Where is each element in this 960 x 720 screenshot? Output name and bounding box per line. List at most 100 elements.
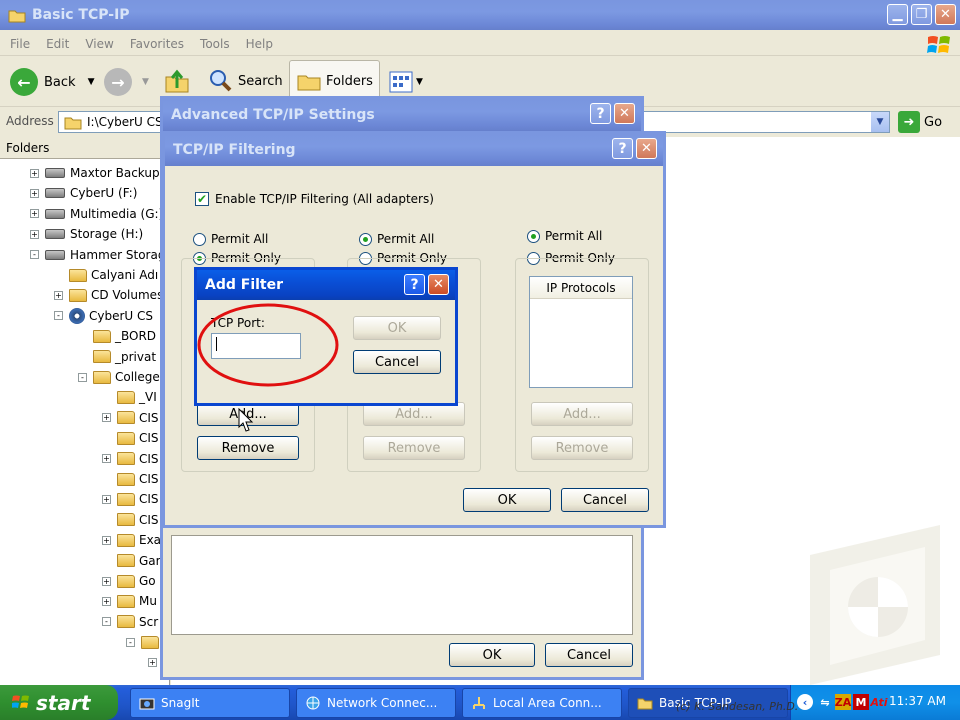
tree-item[interactable]: Gar [102,551,161,571]
tree-item[interactable]: + Storage (H:) [30,224,143,244]
close-button[interactable]: ✕ [614,103,635,124]
mcafee-icon[interactable]: M [853,694,869,710]
tree-item[interactable]: + CyberU (F:) [30,183,137,203]
up-folder-button[interactable] [164,68,190,94]
folder-icon [117,411,135,425]
ip-protocols-list[interactable]: IP Protocols [529,276,633,388]
collapse-icon[interactable]: - [30,250,39,260]
zonealarm-icon[interactable]: ZA [835,694,851,710]
tray-network-icon[interactable]: ⇋ [817,694,833,710]
help-button[interactable]: ? [590,103,611,124]
tree-item[interactable]: + Maxtor Backup [30,163,160,183]
maximize-button[interactable]: ❐ [911,4,932,25]
collapse-icon[interactable]: - [78,372,87,382]
close-button[interactable]: ✕ [935,4,956,25]
network-icon [306,696,320,710]
expand-icon[interactable]: + [30,229,39,239]
expand-icon[interactable]: + [30,209,39,219]
add-filter-ok-button[interactable]: OK [353,316,441,340]
advanced-dialog-title-bar[interactable]: Advanced TCP/IP Settings ? ✕ [163,99,641,131]
tree-item[interactable]: CIS [102,469,159,489]
folder-icon [117,452,135,466]
enable-filtering-checkbox[interactable]: ✔ Enable TCP/IP Filtering (All adapters) [195,192,434,206]
forward-button[interactable]: → ▼ [104,68,149,96]
address-dropdown-button[interactable]: ▼ [871,112,889,132]
tree-item[interactable]: + CIS [102,408,159,428]
tree-item[interactable]: - CyberU CS [54,306,153,326]
expand-icon[interactable]: + [102,494,111,504]
col3-remove-button[interactable]: Remove [531,436,633,460]
close-button[interactable]: ✕ [636,138,657,159]
tray-chevron-icon[interactable]: ‹ [797,694,813,710]
advanced-ok-button[interactable]: OK [449,643,535,667]
col1-permit-all-radio[interactable]: Permit All [193,232,268,246]
tree-item[interactable]: + Go [102,571,156,591]
start-button[interactable]: start [0,685,118,720]
expand-icon[interactable]: + [30,168,39,178]
expand-icon[interactable]: + [102,576,111,586]
col3-permit-all-radio[interactable]: Permit All [527,229,602,243]
folder-icon [117,574,135,588]
tree-item[interactable]: CIS [102,510,159,530]
back-button[interactable]: ← Back ▼ [10,68,94,96]
folders-pane[interactable]: Folders + Maxtor Backup + CyberU (F:) + Multi… [0,137,170,685]
tree-item[interactable]: _VI [102,387,157,407]
tree-item[interactable]: Calyani Adı [54,265,158,285]
drive-icon [45,168,65,178]
folder-icon [141,635,159,649]
tree-item[interactable]: - [126,632,163,652]
add-filter-title-bar[interactable]: Add Filter ? ✕ [197,270,455,300]
menu-file[interactable]: File [10,37,30,51]
expand-icon[interactable]: + [102,535,111,545]
collapse-icon[interactable]: - [54,311,63,321]
minimize-button[interactable]: ▁ [887,4,908,25]
filtering-ok-button[interactable]: OK [463,488,551,512]
views-button[interactable]: ▼ [388,70,423,94]
tree-item[interactable]: _BORD [78,326,156,346]
menu-help[interactable]: Help [246,37,273,51]
tree-item[interactable]: + Mu [102,591,157,611]
tree-item[interactable]: - Hammer Storag [30,245,165,265]
tree-item[interactable]: _privat [78,347,156,367]
expand-icon[interactable]: + [148,658,157,668]
add-filter-cancel-button[interactable]: Cancel [353,350,441,374]
tree-item[interactable]: + CIS [102,489,159,509]
tree-item[interactable]: CIS [102,428,159,448]
go-button[interactable]: ➜ Go [898,111,942,133]
menu-tools[interactable]: Tools [200,37,230,51]
collapse-icon[interactable]: - [126,637,135,647]
tree-item[interactable]: + Multimedia (G:) [30,204,163,224]
folders-header: Folders [0,137,169,159]
tree-item[interactable]: + Exa [102,530,161,550]
help-button[interactable]: ? [404,274,425,295]
menu-view[interactable]: View [85,37,113,51]
expand-icon[interactable]: + [30,188,39,198]
menu-edit[interactable]: Edit [46,37,69,51]
col2-permit-all-radio[interactable]: Permit All [359,232,434,246]
col1-remove-button[interactable]: Remove [197,436,299,460]
col3-add-button[interactable]: Add... [531,402,633,426]
filtering-dialog-title-bar[interactable]: TCP/IP Filtering ? ✕ [165,134,663,166]
task-local-area-connection[interactable]: Local Area Conn... [462,688,622,718]
advanced-cancel-button[interactable]: Cancel [545,643,633,667]
tree-item[interactable]: - Scr [102,612,158,632]
explorer-title-bar[interactable]: Basic TCP-IP ▁ ❐ ✕ [0,0,960,30]
help-button[interactable]: ? [612,138,633,159]
expand-icon[interactable]: + [102,596,111,606]
close-button[interactable]: ✕ [428,274,449,295]
tree-item[interactable]: - College [78,367,160,387]
task-network-connections[interactable]: Network Connec... [296,688,456,718]
tree-item[interactable]: + CIS [102,449,159,469]
filtering-cancel-button[interactable]: Cancel [561,488,649,512]
col2-remove-button[interactable]: Remove [363,436,465,460]
ati-icon[interactable]: Ati [871,694,888,710]
collapse-icon[interactable]: - [102,617,111,627]
menu-favorites[interactable]: Favorites [130,37,184,51]
tree-item[interactable]: + CD Volumes [54,285,163,305]
tree-item-label: Mu [139,594,157,609]
expand-icon[interactable]: + [102,413,111,423]
task-snagit[interactable]: SnagIt [130,688,290,718]
expand-icon[interactable]: + [102,454,111,464]
search-button[interactable]: Search [208,68,283,94]
expand-icon[interactable]: + [54,290,63,300]
